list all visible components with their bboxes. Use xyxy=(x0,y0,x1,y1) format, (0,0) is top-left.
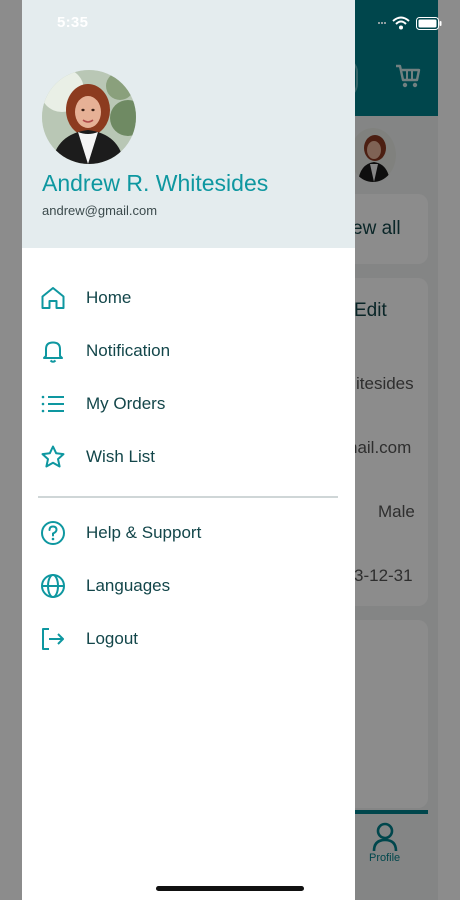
logout-icon xyxy=(39,625,67,653)
drawer-header: 5:35 Andrew R. Whitesides andrew@gmail.c… xyxy=(22,0,355,248)
menu-item-home[interactable]: Home xyxy=(22,272,355,324)
menu-label-help-support: Help & Support xyxy=(86,523,202,542)
status-bar-icons xyxy=(378,16,442,30)
bell-icon xyxy=(39,337,67,365)
menu-label-my-orders: My Orders xyxy=(86,394,166,413)
menu-item-logout[interactable]: Logout xyxy=(22,613,355,665)
home-icon xyxy=(39,284,67,312)
status-bar-time: 5:35 xyxy=(57,14,89,31)
help-icon xyxy=(39,519,67,547)
user-name: Andrew R. Whitesides xyxy=(42,170,269,196)
home-indicator[interactable] xyxy=(156,886,304,891)
menu-item-notification[interactable]: Notification xyxy=(22,325,355,377)
menu-label-wish-list: Wish List xyxy=(86,447,155,466)
menu-label-home: Home xyxy=(86,288,132,307)
user-avatar[interactable] xyxy=(42,70,136,164)
wifi-icon xyxy=(392,16,410,30)
menu-item-help-support[interactable]: Help & Support xyxy=(22,507,355,559)
list-icon xyxy=(39,390,67,418)
signal-icon xyxy=(378,22,386,24)
globe-icon xyxy=(39,572,67,600)
navigation-drawer: 5:35 Andrew R. Whitesides andrew@gmail.c… xyxy=(22,0,355,900)
menu-item-my-orders[interactable]: My Orders xyxy=(22,378,355,430)
menu-label-notification: Notification xyxy=(86,341,171,360)
battery-icon xyxy=(416,16,442,30)
menu-item-wish-list[interactable]: Wish List xyxy=(22,431,355,483)
menu-label-languages: Languages xyxy=(86,576,171,595)
menu-divider xyxy=(38,496,338,498)
user-email: andrew@gmail.com xyxy=(42,203,158,218)
screen: ew all Edit itesides nail.com Male 3-12-… xyxy=(0,0,460,900)
star-icon xyxy=(39,443,67,471)
menu-label-logout: Logout xyxy=(86,629,138,648)
menu-item-languages[interactable]: Languages xyxy=(22,560,355,612)
